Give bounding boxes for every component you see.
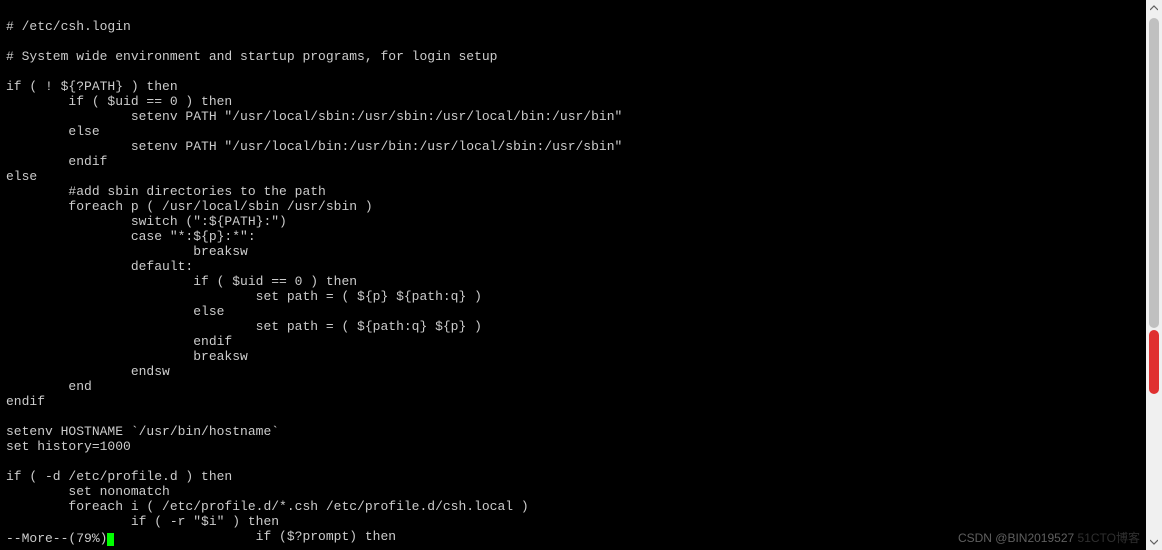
code-line: set path = ( ${p} ${path:q} ) [6, 289, 482, 304]
watermark-text: CSDN @BIN2019527 [958, 531, 1074, 545]
scrollbar-track[interactable] [1146, 0, 1162, 550]
code-line: if ( $uid == 0 ) then [6, 274, 357, 289]
file-content: # /etc/csh.login # System wide environme… [6, 19, 1156, 544]
code-line: endif [6, 394, 45, 409]
code-line: setenv HOSTNAME `/usr/bin/hostname` [6, 424, 279, 439]
code-line: if ( ! ${?PATH} ) then [6, 79, 178, 94]
terminal-viewport[interactable]: # /etc/csh.login # System wide environme… [0, 0, 1162, 550]
code-line: set nonomatch [6, 484, 170, 499]
scrollbar-thumb-upper[interactable] [1149, 18, 1159, 328]
code-line: else [6, 304, 224, 319]
code-line: if ( -r "$i" ) then [6, 514, 279, 529]
code-line: endif [6, 154, 107, 169]
watermark: CSDN @BIN2019527 51CTO博客 [958, 531, 1140, 546]
code-line: endif [6, 334, 232, 349]
code-line: setenv PATH "/usr/local/bin:/usr/bin:/us… [6, 139, 622, 154]
chevron-up-icon [1150, 5, 1158, 11]
code-line: if ( -d /etc/profile.d ) then [6, 469, 232, 484]
code-line: case "*:${p}:*": [6, 229, 256, 244]
code-line: # System wide environment and startup pr… [6, 49, 497, 64]
code-line: endsw [6, 364, 170, 379]
code-line: setenv PATH "/usr/local/sbin:/usr/sbin:/… [6, 109, 622, 124]
code-line: else [6, 169, 37, 184]
more-pager-status[interactable]: --More--(79%) [6, 531, 114, 546]
code-line: end [6, 379, 92, 394]
watermark-faded: 51CTO博客 [1078, 531, 1140, 545]
code-line: # /etc/csh.login [6, 19, 131, 34]
code-line: switch (":${PATH}:") [6, 214, 287, 229]
code-line: default: [6, 259, 193, 274]
code-line: if ( $uid == 0 ) then [6, 94, 232, 109]
code-line: foreach p ( /usr/local/sbin /usr/sbin ) [6, 199, 373, 214]
code-line: breaksw [6, 349, 248, 364]
code-line: set path = ( ${path:q} ${p} ) [6, 319, 482, 334]
chevron-down-icon [1150, 539, 1158, 545]
code-line: #add sbin directories to the path [6, 184, 326, 199]
code-line: foreach i ( /etc/profile.d/*.csh /etc/pr… [6, 499, 529, 514]
code-line: set history=1000 [6, 439, 131, 454]
more-pager-text: --More--(79%) [6, 531, 107, 546]
scroll-up-button[interactable] [1146, 0, 1162, 16]
scrollbar-thumb-highlight[interactable] [1149, 330, 1159, 394]
terminal-cursor [107, 533, 114, 546]
scroll-down-button[interactable] [1146, 534, 1162, 550]
code-line: breaksw [6, 244, 248, 259]
code-line: else [6, 124, 100, 139]
